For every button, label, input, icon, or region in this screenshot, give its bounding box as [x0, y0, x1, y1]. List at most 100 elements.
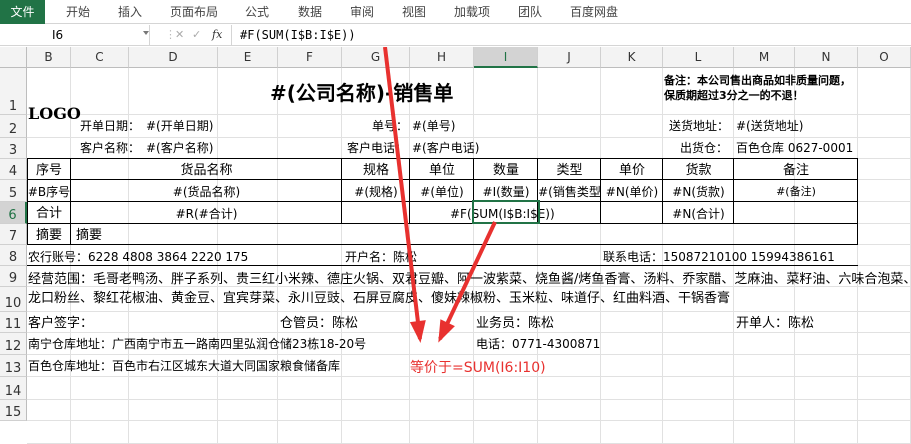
- label-address[interactable]: 送货地址：: [669, 119, 729, 133]
- header-cell[interactable]: 序号: [27, 163, 71, 179]
- header-cell[interactable]: 货款: [663, 163, 734, 179]
- row-header-7[interactable]: 7: [0, 224, 27, 245]
- column-header-b[interactable]: B: [27, 47, 71, 68]
- header-cell[interactable]: 备注: [734, 163, 858, 179]
- issuer[interactable]: 开单人：陈松: [736, 316, 814, 332]
- template-cell[interactable]: #N(货款): [663, 185, 734, 199]
- customer-signature[interactable]: 客户签字：: [28, 316, 93, 332]
- label-date[interactable]: 开单日期：: [80, 119, 140, 133]
- amount-total[interactable]: #N(合计): [663, 207, 734, 221]
- field-phone[interactable]: #(客户电话): [412, 141, 479, 155]
- column-header-h[interactable]: H: [410, 47, 474, 68]
- row-header-1[interactable]: 1: [0, 68, 27, 115]
- column-header-m[interactable]: M: [734, 47, 795, 68]
- tab-team[interactable]: 团队: [518, 0, 542, 24]
- row-header-8[interactable]: 8: [0, 245, 27, 266]
- active-cell-selection[interactable]: [472, 200, 540, 224]
- column-header-f[interactable]: F: [278, 47, 342, 68]
- column-header-k[interactable]: K: [601, 47, 663, 68]
- column-header-n[interactable]: N: [795, 47, 858, 68]
- account-holder[interactable]: 开户名：陈松: [345, 250, 417, 264]
- file-tab[interactable]: 文件: [0, 0, 45, 24]
- row-header-6[interactable]: 6: [0, 202, 27, 224]
- row-header-3[interactable]: 3: [0, 138, 27, 159]
- field-order-no[interactable]: #(单号): [412, 119, 455, 133]
- summary-value[interactable]: 摘要: [76, 228, 102, 244]
- field-warehouse[interactable]: 百色仓库 0627-0001: [736, 141, 853, 155]
- logo[interactable]: LOGO: [28, 104, 81, 123]
- tab-view[interactable]: 视图: [402, 0, 426, 24]
- header-cell[interactable]: 数量: [474, 163, 538, 179]
- field-address[interactable]: #(送货地址): [736, 119, 803, 133]
- field-date[interactable]: #(开单日期): [146, 119, 213, 133]
- enter-icon[interactable]: ✓: [192, 25, 201, 45]
- template-cell[interactable]: #B序号: [27, 185, 71, 199]
- header-cell[interactable]: 单价: [601, 163, 663, 179]
- row-header-13[interactable]: 13: [0, 355, 27, 377]
- tab-home[interactable]: 开始: [66, 0, 90, 24]
- column-header-o[interactable]: O: [858, 47, 911, 68]
- select-all-corner[interactable]: [0, 47, 27, 68]
- label-warehouse[interactable]: 出货仓：: [680, 141, 728, 155]
- tab-formulas[interactable]: 公式: [245, 0, 269, 24]
- gridline: [341, 68, 342, 444]
- cancel-icon[interactable]: ✕: [175, 25, 184, 45]
- row-header-9[interactable]: 9: [0, 266, 27, 287]
- tab-insert[interactable]: 插入: [118, 0, 142, 24]
- column-header-c[interactable]: C: [71, 47, 129, 68]
- formula-input[interactable]: #F(SUM(I$B:I$E)): [240, 25, 356, 45]
- template-cell[interactable]: #(备注): [734, 185, 858, 198]
- column-header-j[interactable]: J: [538, 47, 601, 68]
- gridline: [27, 332, 911, 333]
- template-cell[interactable]: #(销售类型: [538, 185, 601, 199]
- tab-baidu-netdisk[interactable]: 百度网盘: [570, 0, 618, 24]
- summary-label[interactable]: 摘要: [27, 228, 71, 244]
- warehouse-clerk[interactable]: 仓管员：陈松: [280, 316, 358, 332]
- row-header-11[interactable]: 11: [0, 312, 27, 333]
- template-cell[interactable]: #(单位): [410, 185, 474, 199]
- tab-page-layout[interactable]: 页面布局: [170, 0, 218, 24]
- label-customer[interactable]: 客户名称：: [80, 141, 140, 155]
- template-cell[interactable]: #(货品名称): [71, 185, 342, 199]
- chevron-down-icon[interactable]: [143, 31, 149, 35]
- header-cell[interactable]: 货品名称: [71, 163, 342, 179]
- row-header-5[interactable]: 5: [0, 180, 27, 202]
- label-order-no[interactable]: 单号：: [372, 119, 408, 133]
- business-scope-cont[interactable]: 龙口粉丝、黎红花椒油、黄金豆、宜宾芽菜、永川豆豉、石屏豆腐皮、傻妹辣椒粉、玉米粒…: [28, 291, 730, 307]
- column-header-e[interactable]: E: [218, 47, 278, 68]
- header-cell[interactable]: 规格: [342, 163, 410, 179]
- label-phone[interactable]: 客户电话：: [347, 141, 407, 155]
- column-header-g[interactable]: G: [342, 47, 410, 68]
- template-cell[interactable]: #N(单价): [601, 185, 663, 199]
- business-scope[interactable]: 经营范围：毛哥老鸭汤、胖子系列、贵三红小米辣、德庄火锅、双君豆瓣、阿一波紫菜、烧…: [28, 272, 911, 288]
- row-header-15[interactable]: 15: [0, 400, 27, 421]
- row-header-2[interactable]: 2: [0, 115, 27, 138]
- tab-review[interactable]: 审阅: [350, 0, 374, 24]
- row-header-14[interactable]: 14: [0, 377, 27, 400]
- tab-data[interactable]: 数据: [298, 0, 322, 24]
- row-header-10[interactable]: 10: [0, 287, 27, 312]
- page-title[interactable]: #(公司名称)-销售单: [270, 77, 453, 106]
- name-box[interactable]: I6: [0, 25, 150, 45]
- header-cell[interactable]: 单位: [410, 163, 474, 179]
- template-cell[interactable]: #(规格): [342, 185, 410, 199]
- total-label[interactable]: 合计: [27, 206, 71, 222]
- tab-addins[interactable]: 加载项: [454, 0, 490, 24]
- column-header-i[interactable]: I: [474, 47, 538, 68]
- column-header-d[interactable]: D: [129, 47, 218, 68]
- column-header-l[interactable]: L: [663, 47, 734, 68]
- nanning-phone[interactable]: 电话：0771-4300871: [476, 337, 600, 351]
- salesperson[interactable]: 业务员：陈松: [476, 316, 554, 332]
- total-value[interactable]: #R(#合计): [71, 207, 342, 221]
- template-cell[interactable]: #I(数量): [474, 185, 538, 199]
- row-header-12[interactable]: 12: [0, 333, 27, 355]
- contact-phone[interactable]: 联系电话：15087210100 15994386161: [603, 250, 835, 264]
- note-text[interactable]: 备注：本公司售出商品如非质量问题，保质期超过3分之一的不退！: [664, 73, 858, 103]
- baise-address[interactable]: 百色仓库地址：百色市右江区城东大道大同国家粮食储备库: [28, 359, 340, 373]
- field-customer[interactable]: #(客户名称): [146, 141, 213, 155]
- nanning-address[interactable]: 南宁仓库地址：广西南宁市五一路南四里弘润仓储23栋18-20号: [28, 337, 366, 351]
- header-cell[interactable]: 类型: [538, 163, 601, 179]
- insert-function-icon[interactable]: fx: [212, 25, 222, 45]
- row-header-4[interactable]: 4: [0, 159, 27, 180]
- bank-account[interactable]: 农行账号：6228 4808 3864 2220 175: [28, 250, 248, 264]
